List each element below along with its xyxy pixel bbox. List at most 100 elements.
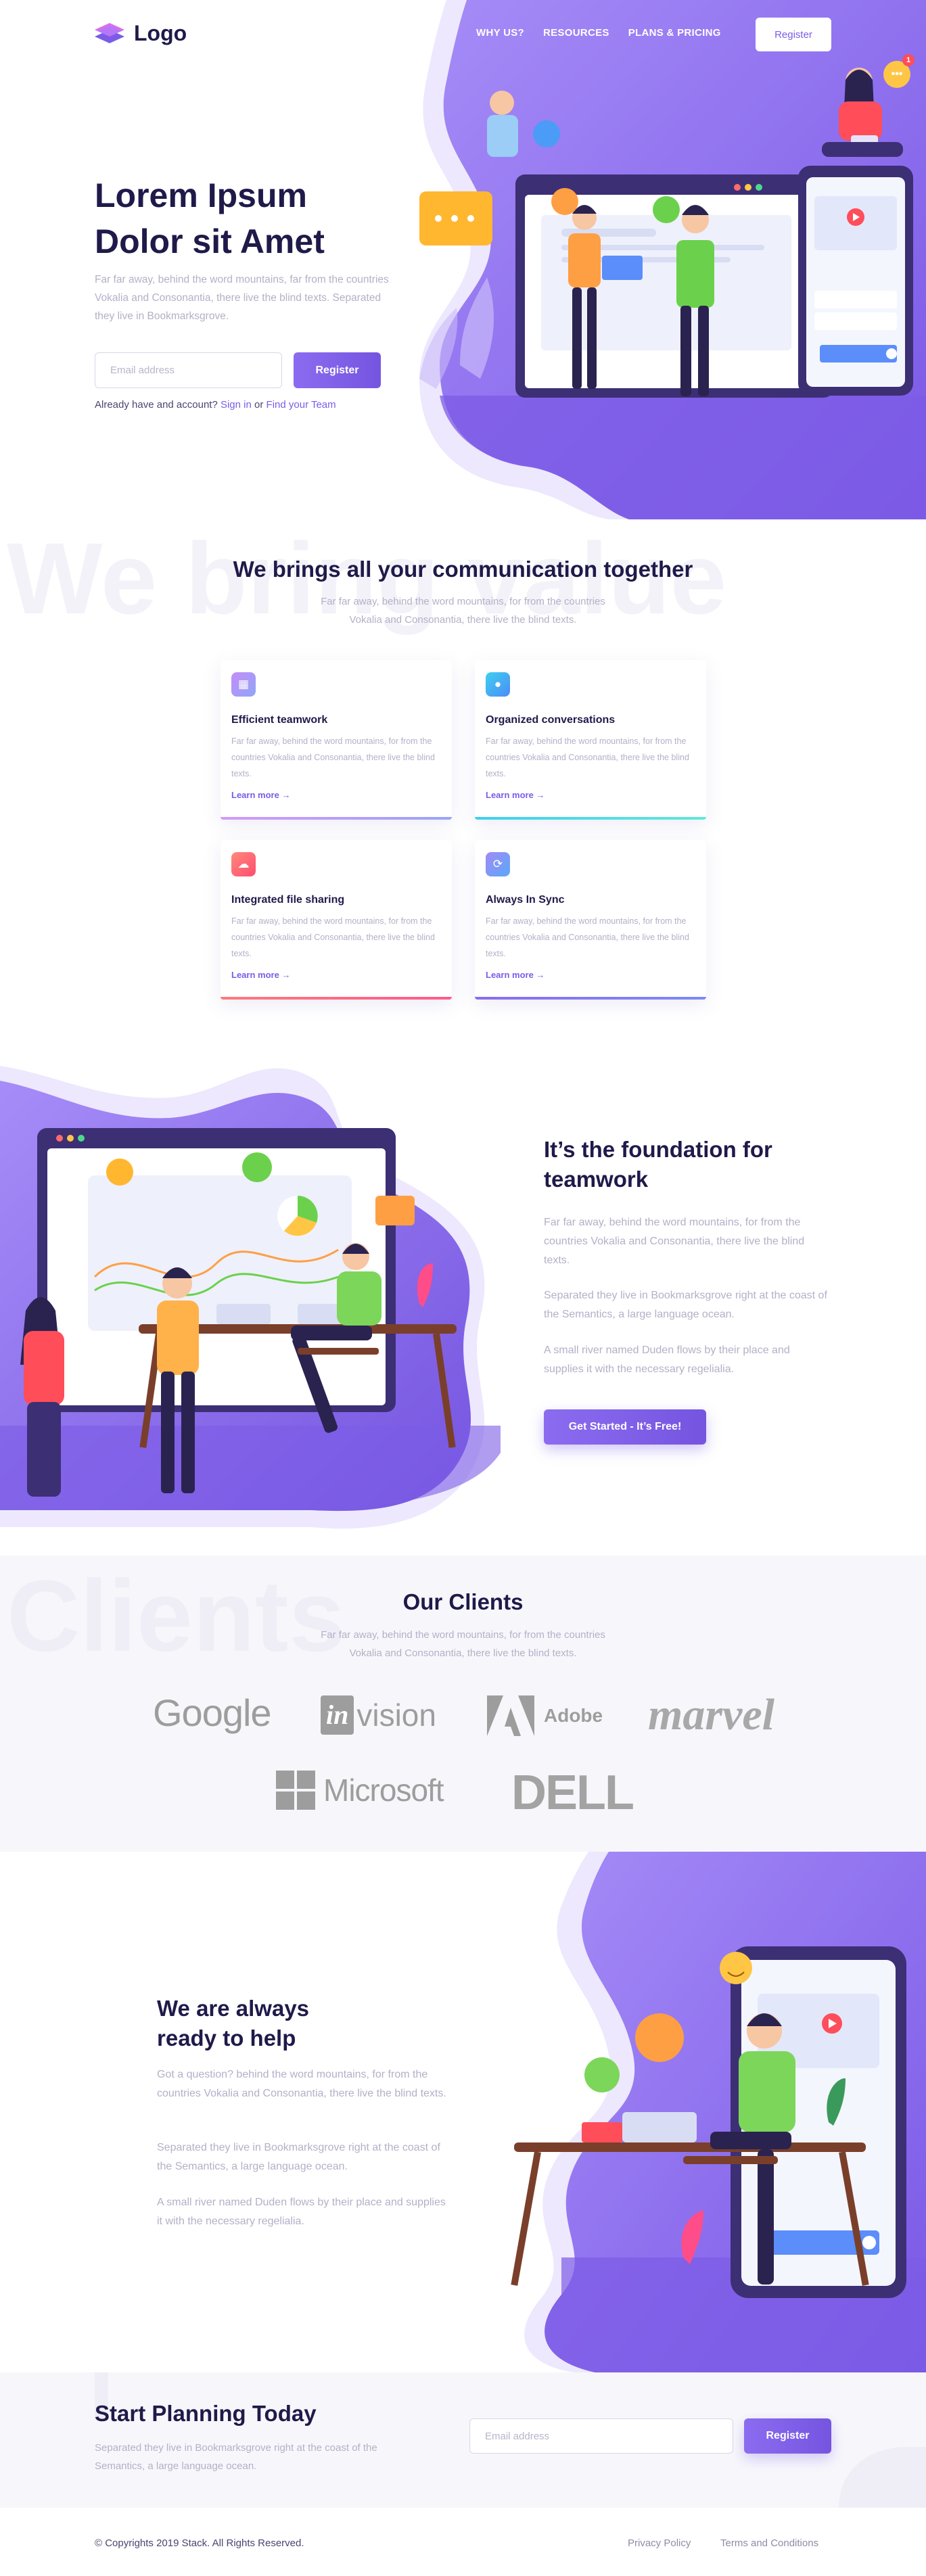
hero-title-line1: Lorem Ipsum <box>95 177 307 214</box>
feature-card-link[interactable]: Learn more → <box>486 970 545 980</box>
logo-text: Logo <box>134 20 187 45</box>
main-nav: WHY US? RESOURCES PLANS & PRICING <box>476 27 721 39</box>
hero-title-line2: Dolor sit Amet <box>95 223 325 260</box>
clients-subtitle: Far far away, behind the word mountains,… <box>0 1626 926 1662</box>
planning-section: Start Planning Today Separated they live… <box>0 2372 926 2508</box>
feature-card-icon: ● <box>486 672 510 697</box>
feature-card-title: Integrated file sharing <box>231 894 345 906</box>
client-logo-marvel: marvel <box>648 1690 774 1739</box>
sync-icon: ⟳ <box>492 858 503 870</box>
nav-resources[interactable]: RESOURCES <box>543 27 609 39</box>
footer-copyright: © Copyrights 2019 Stack. All Rights Rese… <box>95 2537 304 2549</box>
client-logo-adobe: Adobe <box>487 1695 603 1736</box>
feature-card-accent-bar <box>221 997 452 1000</box>
microsoft-icon <box>276 1771 315 1810</box>
foundation-section: It’s the foundation for teamwork Far far… <box>0 1047 926 1555</box>
client-logo-microsoft: Microsoft <box>276 1771 444 1810</box>
help-paragraph-3: A small river named Duden flows by their… <box>157 2197 446 2227</box>
help-title-line1: We are always <box>157 1996 310 2021</box>
features-subtitle-line1: Far far away, behind the word mountains,… <box>321 596 605 607</box>
feature-card-text: Far far away, behind the word mountains,… <box>231 916 435 958</box>
feature-card-text: Far far away, behind the word mountains,… <box>486 916 689 958</box>
feature-card[interactable]: ☁ Integrated file sharing Far far away, … <box>221 840 452 1000</box>
hero-background-shape <box>419 0 926 519</box>
dots-icon: ••• <box>891 68 903 80</box>
clients-section: Clients Our Clients Far far away, behind… <box>0 1555 926 1852</box>
clients-subtitle-line1: Far far away, behind the word mountains,… <box>321 1629 605 1641</box>
client-logo-google: Google <box>153 1691 272 1734</box>
arrow-right-icon: → <box>281 790 291 800</box>
feature-card-link-label: Learn more <box>231 970 279 980</box>
foundation-paragraph-2: Separated they live in Bookmarksgrove ri… <box>544 1290 827 1320</box>
planning-email-input[interactable] <box>469 2418 733 2454</box>
features-section: We bring value We brings all your commun… <box>0 519 926 1047</box>
logo[interactable]: Logo <box>95 20 187 46</box>
hero-section: ••• 1 Logo WHY US? RESOURCES PLANS & PRI… <box>0 0 926 519</box>
feature-card-link[interactable]: Learn more → <box>486 790 545 800</box>
feature-card-text: Far far away, behind the word mountains,… <box>231 736 435 778</box>
logo-layers-icon <box>95 23 124 43</box>
help-title-line2: ready to help <box>157 2025 296 2051</box>
help-paragraph-1: Got a question? behind the word mountain… <box>157 2069 446 2099</box>
feature-card[interactable]: ⟳ Always In Sync Far far away, behind th… <box>475 840 706 1000</box>
feature-card-icon: ▦ <box>231 672 256 697</box>
sign-in-link[interactable]: Sign in <box>221 399 252 411</box>
help-paragraph-2: Separated they live in Bookmarksgrove ri… <box>157 2142 440 2172</box>
help-section: We are always ready to help Got a questi… <box>0 1852 926 2372</box>
feature-card-icon: ⟳ <box>486 852 510 876</box>
feature-card-link-label: Learn more <box>486 790 534 800</box>
invision-badge: in <box>321 1695 354 1735</box>
features-subtitle: Far far away, behind the word mountains,… <box>0 592 926 629</box>
planning-text: Separated they live in Bookmarksgrove ri… <box>95 2442 377 2472</box>
arrow-right-icon: → <box>281 970 291 980</box>
feature-card-link-label: Learn more <box>231 790 279 800</box>
hero-register-button[interactable]: Register <box>294 352 381 388</box>
hero-description: Far far away, behind the word mountains,… <box>95 274 389 322</box>
notification-count-badge: 1 <box>902 54 915 66</box>
feature-card-title: Efficient teamwork <box>231 714 328 726</box>
hero-email-input[interactable] <box>95 352 282 388</box>
get-started-button[interactable]: Get Started - It’s Free! <box>544 1409 706 1445</box>
footer: © Copyrights 2019 Stack. All Rights Rese… <box>0 2508 926 2576</box>
foundation-title-line1: It’s the foundation for <box>544 1137 772 1162</box>
help-illustration <box>511 1852 926 2372</box>
foundation-paragraph-1: Far far away, behind the word mountains,… <box>544 1217 805 1266</box>
arrow-right-icon: → <box>536 970 545 980</box>
feature-card-accent-bar <box>475 997 706 1000</box>
invision-text: vision <box>356 1697 436 1733</box>
footer-terms-link[interactable]: Terms and Conditions <box>720 2537 818 2549</box>
adobe-icon <box>487 1695 534 1736</box>
cloud-icon: ☁ <box>237 858 250 870</box>
planning-title: Start Planning Today <box>95 2401 317 2426</box>
feature-card-title: Organized conversations <box>486 714 616 726</box>
arrow-right-icon: → <box>536 790 545 800</box>
foundation-title: It’s the foundation for teamwork <box>544 1135 772 1194</box>
feature-card[interactable]: ▦ Efficient teamwork Far far away, behin… <box>221 660 452 820</box>
feature-card-title: Always In Sync <box>486 894 565 906</box>
adobe-text: Adobe <box>544 1705 603 1726</box>
nav-plans-pricing[interactable]: PLANS & PRICING <box>628 27 721 39</box>
feature-card-accent-bar <box>475 817 706 820</box>
chat-icon: ● <box>494 678 502 690</box>
nav-why-us[interactable]: WHY US? <box>476 27 524 39</box>
hero-title: Lorem Ipsum Dolor sit Amet <box>95 172 325 264</box>
features-title: We brings all your communication togethe… <box>233 557 693 582</box>
foundation-paragraph-3: A small river named Duden flows by their… <box>544 1344 790 1375</box>
grid-icon: ▦ <box>237 678 250 690</box>
header-register-button[interactable]: Register <box>756 18 831 51</box>
clients-subtitle-line2: Vokalia and Consonantia, there live the … <box>349 1647 577 1659</box>
feature-card[interactable]: ● Organized conversations Far far away, … <box>475 660 706 820</box>
microsoft-text: Microsoft <box>323 1773 444 1808</box>
feature-card-link-label: Learn more <box>486 970 534 980</box>
foundation-title-line2: teamwork <box>544 1167 649 1192</box>
feature-card-link[interactable]: Learn more → <box>231 970 290 980</box>
feature-card-icon: ☁ <box>231 852 256 876</box>
find-team-link[interactable]: Find your Team <box>267 399 336 411</box>
hero-account-line: Already have and account? Sign in or Fin… <box>95 399 336 411</box>
account-prefix: Already have and account? <box>95 399 218 411</box>
feature-card-link[interactable]: Learn more → <box>231 790 290 800</box>
clients-title: Our Clients <box>402 1589 524 1614</box>
footer-privacy-link[interactable]: Privacy Policy <box>628 2537 691 2549</box>
planning-register-button[interactable]: Register <box>744 2418 831 2454</box>
account-or: or <box>254 399 264 411</box>
